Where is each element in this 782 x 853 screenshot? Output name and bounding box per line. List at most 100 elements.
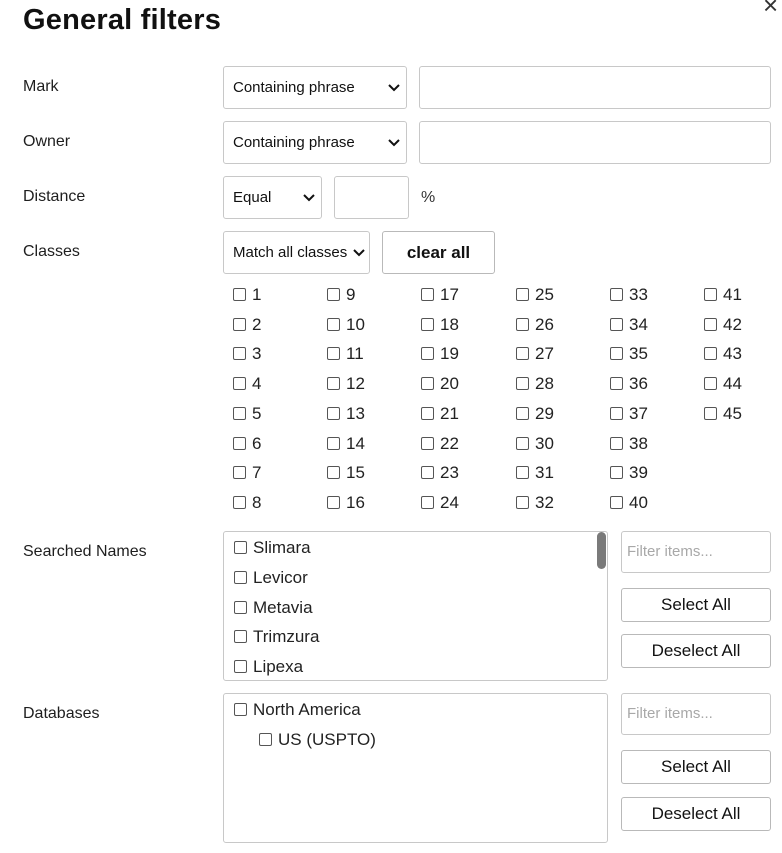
checkbox-icon[interactable]	[610, 377, 623, 390]
databases-filter-input[interactable]: Filter items...	[621, 693, 771, 735]
checkbox-icon[interactable]	[516, 318, 529, 331]
searched-names-deselect-all-button[interactable]: Deselect All	[621, 634, 771, 668]
class-checkbox-label: 29	[535, 404, 554, 424]
class-checkbox-label: 6	[252, 434, 261, 454]
chevron-down-icon	[303, 177, 315, 218]
close-icon[interactable]: ×	[763, 0, 778, 21]
searched-names-select-all-button[interactable]: Select All	[621, 588, 771, 622]
checkbox-icon[interactable]	[233, 496, 246, 509]
checkbox-icon[interactable]	[233, 377, 246, 390]
checkbox-icon[interactable]	[516, 466, 529, 479]
checkbox-icon[interactable]	[421, 496, 434, 509]
checkbox-icon[interactable]	[610, 318, 623, 331]
checkbox-icon[interactable]	[516, 347, 529, 360]
databases-list[interactable]: North America US (USPTO)	[223, 693, 608, 843]
checkbox-icon[interactable]	[704, 407, 717, 420]
distance-value-input[interactable]	[334, 176, 409, 219]
checkbox-icon[interactable]	[704, 347, 717, 360]
percent-unit: %	[421, 189, 435, 207]
checkbox-icon[interactable]	[421, 437, 434, 450]
searched-names-list[interactable]: SlimaraLevicorMetaviaTrimzuraLipexa	[223, 531, 608, 681]
checkbox-icon[interactable]	[327, 466, 340, 479]
checkbox-icon[interactable]	[233, 318, 246, 331]
checkbox-icon[interactable]	[610, 466, 623, 479]
checkbox-icon[interactable]	[516, 288, 529, 301]
class-checkbox-label: 11	[346, 344, 364, 364]
classes-mode-value: Match all classes	[233, 244, 347, 261]
checkbox-icon[interactable]	[234, 601, 247, 614]
class-checkbox-label: 30	[535, 434, 554, 454]
class-checkbox-label: 28	[535, 374, 554, 394]
checkbox-icon[interactable]	[259, 733, 272, 746]
owner-label: Owner	[23, 133, 70, 151]
class-checkbox-label: 41	[723, 285, 742, 305]
class-checkbox-label: 13	[346, 404, 365, 424]
checkbox-icon[interactable]	[610, 496, 623, 509]
checkbox-icon[interactable]	[516, 377, 529, 390]
checkbox-icon[interactable]	[516, 437, 529, 450]
checkbox-icon[interactable]	[610, 288, 623, 301]
class-checkbox-label: 40	[629, 493, 648, 513]
list-item-label: Metavia	[253, 598, 313, 618]
mark-operator-select[interactable]: Containing phrase	[223, 66, 407, 109]
chevron-down-icon	[353, 232, 365, 273]
class-checkbox-label: 4	[252, 374, 261, 394]
checkbox-icon[interactable]	[704, 318, 717, 331]
list-item-label: Slimara	[253, 538, 311, 558]
distance-operator-value: Equal	[233, 189, 271, 206]
checkbox-icon[interactable]	[421, 318, 434, 331]
checkbox-icon[interactable]	[233, 347, 246, 360]
databases-select-all-button[interactable]: Select All	[621, 750, 771, 784]
clear-all-button[interactable]: clear all	[382, 231, 495, 274]
checkbox-icon[interactable]	[516, 496, 529, 509]
owner-operator-select[interactable]: Containing phrase	[223, 121, 407, 164]
class-checkbox-label: 37	[629, 404, 648, 424]
checkbox-icon[interactable]	[327, 347, 340, 360]
checkbox-icon[interactable]	[233, 407, 246, 420]
checkbox-icon[interactable]	[704, 377, 717, 390]
checkbox-icon[interactable]	[233, 466, 246, 479]
class-checkbox-label: 25	[535, 285, 554, 305]
checkbox-icon[interactable]	[233, 288, 246, 301]
checkbox-icon[interactable]	[327, 407, 340, 420]
list-item-label: Lipexa	[253, 657, 303, 677]
checkbox-icon[interactable]	[327, 437, 340, 450]
checkbox-icon[interactable]	[327, 288, 340, 301]
scrollbar-thumb[interactable]	[597, 532, 606, 569]
checkbox-icon[interactable]	[704, 288, 717, 301]
checkbox-icon[interactable]	[234, 703, 247, 716]
checkbox-icon[interactable]	[327, 496, 340, 509]
list-item-label: North America	[253, 700, 361, 720]
checkbox-icon[interactable]	[610, 437, 623, 450]
classes-mode-select[interactable]: Match all classes	[223, 231, 370, 274]
checkbox-icon[interactable]	[234, 630, 247, 643]
class-checkbox-label: 43	[723, 344, 742, 364]
databases-deselect-all-button[interactable]: Deselect All	[621, 797, 771, 831]
checkbox-icon[interactable]	[516, 407, 529, 420]
class-checkbox-label: 23	[440, 463, 459, 483]
class-checkbox-label: 34	[629, 315, 648, 335]
checkbox-icon[interactable]	[421, 407, 434, 420]
checkbox-icon[interactable]	[234, 660, 247, 673]
checkbox-icon[interactable]	[233, 437, 246, 450]
checkbox-icon[interactable]	[421, 288, 434, 301]
class-checkbox-label: 42	[723, 315, 742, 335]
searched-names-filter-input[interactable]: Filter items...	[621, 531, 771, 573]
checkbox-icon[interactable]	[327, 377, 340, 390]
checkbox-icon[interactable]	[421, 377, 434, 390]
checkbox-icon[interactable]	[610, 347, 623, 360]
checkbox-icon[interactable]	[327, 318, 340, 331]
checkbox-icon[interactable]	[610, 407, 623, 420]
owner-value-input[interactable]	[419, 121, 771, 164]
checkbox-icon[interactable]	[234, 571, 247, 584]
mark-label: Mark	[23, 78, 59, 96]
class-checkbox-label: 44	[723, 374, 742, 394]
checkbox-icon[interactable]	[421, 466, 434, 479]
class-checkbox-label: 33	[629, 285, 648, 305]
list-item-label: US (USPTO)	[278, 730, 376, 750]
checkbox-icon[interactable]	[234, 541, 247, 554]
distance-operator-select[interactable]: Equal	[223, 176, 322, 219]
checkbox-icon[interactable]	[421, 347, 434, 360]
mark-value-input[interactable]	[419, 66, 771, 109]
class-checkbox-label: 5	[252, 404, 261, 424]
